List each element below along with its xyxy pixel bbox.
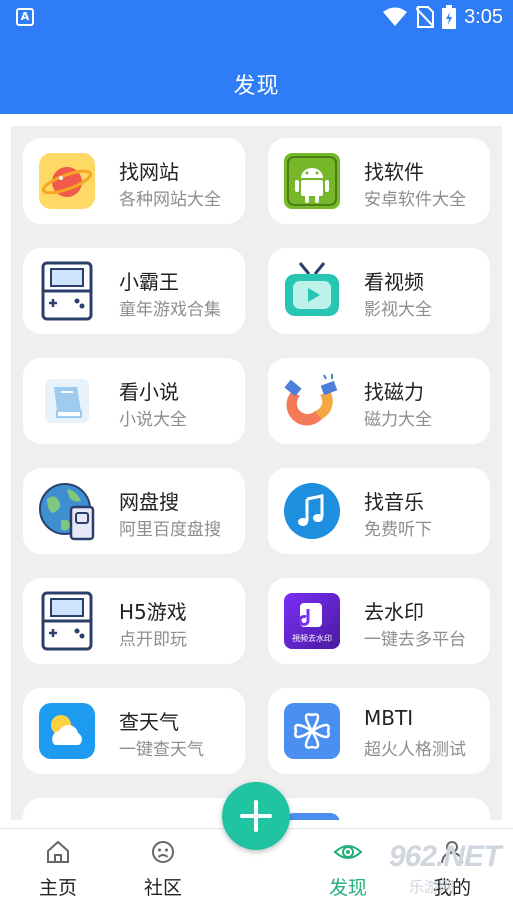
android-icon [284,153,340,209]
tab-label: 发现 [328,877,367,899]
discover-grid[interactable]: 找网站 各种网站大全 找软件 安卓软件大全 小霸王 童年游戏合集 看视频 影视大… [11,126,502,820]
tab-home[interactable]: 主页 [18,839,98,900]
card-name: H5游戏 [119,600,187,624]
globe-disk-icon [39,483,95,541]
card-desc: 一键去多平台 [364,630,466,650]
tab-discover[interactable]: 发现 [308,839,388,900]
card-remove-watermark[interactable]: 視频去水印 去水印 一键去多平台 [268,578,490,664]
status-bar: A 3:05 [0,0,513,34]
card-name: MBTI [364,706,414,730]
card-name: 网盘搜 [119,490,179,514]
card-weather[interactable]: 查天气 一键查天气 [23,688,245,774]
game-console-icon [41,591,93,651]
card-find-music[interactable]: 找音乐 免费听下 [268,468,490,554]
tab-label: 主页 [38,877,77,899]
card-find-website[interactable]: 找网站 各种网站大全 [23,138,245,224]
add-button[interactable] [222,782,290,850]
card-desc: 磁力大全 [364,410,432,430]
clock: 3:05 [464,5,503,28]
card-desc: 影视大全 [364,300,432,320]
card-name: 去水印 [364,600,424,624]
game-console-icon [41,261,93,321]
card-desc: 点开即玩 [119,630,187,650]
site-watermark: 962.NET 乐游网 [389,840,507,902]
card-desc: 阿里百度盘搜 [119,520,221,540]
magnet-icon [284,374,338,426]
card-desc: 小说大全 [119,410,187,430]
battery-icon [442,5,457,29]
planet-icon [39,153,95,209]
card-desc: 安卓软件大全 [364,190,466,210]
card-read-novel[interactable]: 看小说 小说大全 [23,358,245,444]
plus-icon [240,800,272,832]
weather-icon [39,703,95,759]
watermark-icon-text: 視频去水印 [292,633,332,643]
clover-icon [284,703,340,759]
card-watch-video[interactable]: 看视频 影视大全 [268,248,490,334]
card-name: 看小说 [119,380,179,404]
card-desc: 免费听下 [364,520,432,540]
status-icons: 3:05 [382,4,503,30]
tab-community[interactable]: 社区 [123,839,203,900]
wifi-icon [383,7,408,26]
card-desc: 各种网站大全 [119,190,221,210]
card-partial-right[interactable] [268,798,490,820]
card-desc: 超火人格测试 [364,740,466,760]
card-desc: 童年游戏合集 [119,300,221,320]
card-h5-games[interactable]: H5游戏 点开即玩 [23,578,245,664]
card-name: 小霸王 [119,270,179,294]
card-mbti[interactable]: MBTI 超火人格测试 [268,688,490,774]
card-name: 找网站 [119,160,179,184]
card-name: 查天气 [119,710,179,734]
page-title: 发现 [233,74,280,99]
smiley-icon [152,841,174,863]
card-partial-left[interactable] [23,798,245,820]
watermark-number: 962.NET [389,840,501,873]
no-sim-icon [416,6,435,28]
tv-icon [285,262,339,316]
app-icon [284,813,340,820]
app-notification-icon: A [16,8,34,26]
card-name: 看视频 [364,270,424,294]
card-find-magnet[interactable]: 找磁力 磁力大全 [268,358,490,444]
home-icon [47,840,69,863]
watermark-icon: 視频去水印 [284,593,340,649]
card-desc: 一键查天气 [119,740,204,760]
card-find-software[interactable]: 找软件 安卓软件大全 [268,138,490,224]
tab-label: 社区 [143,877,182,899]
card-name: 找软件 [364,160,424,184]
card-name: 找磁力 [364,380,424,404]
card-name: 找音乐 [364,490,424,514]
music-icon [284,483,340,539]
card-xiaobawang[interactable]: 小霸王 童年游戏合集 [23,248,245,334]
book-icon [45,379,89,423]
eye-icon [333,845,363,859]
watermark-site: 乐游网 [409,878,455,896]
card-netdisk-search[interactable]: 网盘搜 阿里百度盘搜 [23,468,245,554]
